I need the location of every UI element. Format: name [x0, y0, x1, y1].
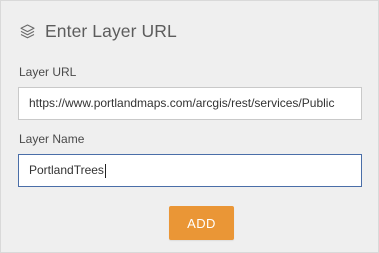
panel-header: Enter Layer URL [19, 20, 177, 42]
add-button[interactable]: ADD [169, 206, 234, 240]
text-cursor [104, 163, 106, 178]
layer-name-label: Layer Name [19, 132, 85, 146]
add-layer-panel: Enter Layer URL Layer URL https://www.po… [0, 0, 379, 253]
layer-name-input[interactable]: PortlandTrees [18, 154, 362, 187]
layers-icon [19, 23, 36, 40]
panel-title: Enter Layer URL [45, 20, 177, 41]
layer-url-input[interactable]: https://www.portlandmaps.com/arcgis/rest… [18, 87, 362, 120]
layer-url-label: Layer URL [19, 65, 77, 79]
layer-name-value: PortlandTrees [29, 163, 104, 177]
layer-url-value: https://www.portlandmaps.com/arcgis/rest… [29, 96, 335, 110]
